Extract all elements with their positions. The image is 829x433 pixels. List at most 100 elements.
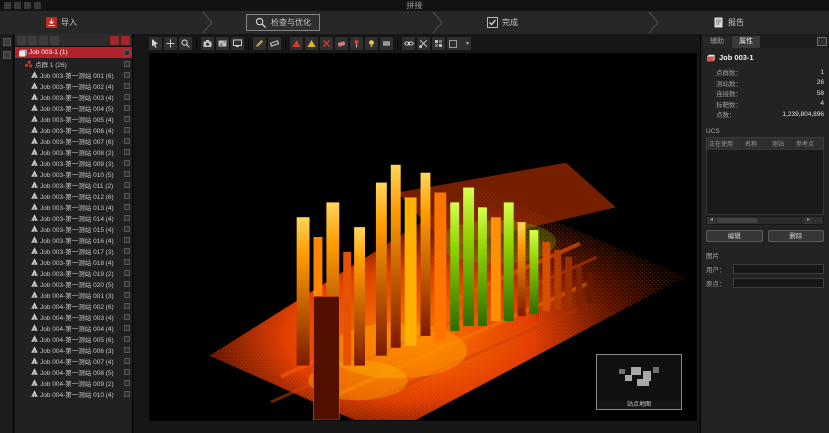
right-panel-tabs: 辅助 属性 xyxy=(701,34,829,48)
app-logo-icon[interactable] xyxy=(4,2,11,9)
link-setups-icon[interactable] xyxy=(402,37,415,50)
pan-tool-icon[interactable] xyxy=(164,37,177,50)
tree-station-row[interactable]: Job 003-第一测站 001 (6) xyxy=(15,69,132,80)
scroll-right-icon[interactable]: ▸ xyxy=(804,217,813,224)
station-icon xyxy=(31,225,38,232)
station-icon xyxy=(31,236,38,243)
workflow-step-finalize[interactable]: 完成 xyxy=(487,14,518,31)
tree-station-row[interactable]: Job 003-第一测站 014 (4) xyxy=(15,212,132,223)
display-settings-icon[interactable] xyxy=(231,37,244,50)
station-label: Job 004-第一测站 005 (6) xyxy=(40,334,114,344)
tree-station-row[interactable]: Job 004-第一测站 006 (3) xyxy=(15,344,132,355)
edit-button[interactable]: 编辑 xyxy=(706,230,763,242)
pin-icon[interactable] xyxy=(350,37,363,50)
user-field-input[interactable] xyxy=(733,264,824,274)
station-status-icon xyxy=(124,248,130,254)
tree-station-row[interactable]: Job 003-第一测站 017 (3) xyxy=(15,245,132,256)
eraser-icon[interactable] xyxy=(335,37,348,50)
zoom-window-icon[interactable] xyxy=(179,37,192,50)
tree-search-icon[interactable] xyxy=(50,36,59,45)
workflow-step-import[interactable]: 导入 xyxy=(46,14,77,31)
tree-station-row[interactable]: Job 003-第一测站 012 (6) xyxy=(15,190,132,201)
view-mode-dropdown[interactable]: ▾ xyxy=(447,37,471,50)
bookmarks-panel-icon[interactable] xyxy=(3,51,11,59)
tree-station-row[interactable]: Job 003-第一测站 015 (4) xyxy=(15,223,132,234)
tree-station-row[interactable]: Job 004-第一测站 008 (5) xyxy=(15,366,132,377)
workflow-step-report[interactable]: 报告 xyxy=(713,14,744,31)
clear-all-toggle-icon[interactable] xyxy=(121,36,130,45)
delete-button[interactable]: 删除 xyxy=(768,230,825,242)
tree-station-row[interactable]: Job 004-第一测站 001 (3) xyxy=(15,289,132,300)
tree-station-row[interactable]: Job 003-第一测站 009 (3) xyxy=(15,157,132,168)
user-field-label: 用户： xyxy=(706,264,730,274)
station-icon xyxy=(31,148,38,155)
station-status-icon xyxy=(124,303,130,309)
tree-station-row[interactable]: Job 003-第一测站 003 (4) xyxy=(15,91,132,102)
delete-target-icon[interactable] xyxy=(320,37,333,50)
project-panel-icon[interactable] xyxy=(3,38,11,46)
tree-station-row[interactable]: Job 003-第一测站 006 (4) xyxy=(15,124,132,135)
camera-icon[interactable] xyxy=(201,37,214,50)
root-status-icon xyxy=(124,50,130,56)
scroll-track[interactable] xyxy=(716,217,804,224)
undo-icon[interactable] xyxy=(24,2,31,9)
tree-station-row[interactable]: Job 003-第一测站 018 (4) xyxy=(15,256,132,267)
origin-field-input[interactable] xyxy=(733,278,824,288)
tree-station-row[interactable]: Job 003-第一测站 016 (4) xyxy=(15,234,132,245)
tab-assist[interactable]: 辅助 xyxy=(703,36,731,48)
pencil-annotate-icon[interactable] xyxy=(253,37,266,50)
select-tool-icon[interactable] xyxy=(149,37,162,50)
point-cloud-viewport[interactable]: 站点地图 xyxy=(149,53,697,421)
tree-station-row[interactable]: Job 003-第一测站 008 (2) xyxy=(15,146,132,157)
tree-station-row[interactable]: Job 003-第一测站 005 (4) xyxy=(15,113,132,124)
tree-list-icon[interactable] xyxy=(17,36,26,45)
chevron-down-icon: ▾ xyxy=(466,40,469,47)
toolbar-separator xyxy=(397,38,398,49)
seed-grid-icon[interactable] xyxy=(432,37,445,50)
tree-station-row[interactable]: Job 003-第一测站 013 (4) xyxy=(15,201,132,212)
tree-bundle-label: 点群 1 (26) xyxy=(35,59,67,69)
measure-ruler-icon[interactable] xyxy=(268,37,281,50)
tree-station-row[interactable]: Job 003-第一测站 007 (6) xyxy=(15,135,132,146)
tree-bundle-row[interactable]: 点群 1 (26) xyxy=(15,58,132,69)
tree-station-row[interactable]: Job 003-第一测站 020 (5) xyxy=(15,278,132,289)
tree-station-row[interactable]: Job 003-第一测站 019 (2) xyxy=(15,267,132,278)
bulb-icon[interactable] xyxy=(365,37,378,50)
tree-targets-icon[interactable] xyxy=(39,36,48,45)
scroll-thumb[interactable] xyxy=(717,218,757,223)
tree-station-row[interactable]: Job 003-第一测站 011 (2) xyxy=(15,179,132,190)
tree-station-row[interactable]: Job 003-第一测站 010 (5) xyxy=(15,168,132,179)
select-all-toggle-icon[interactable] xyxy=(110,36,119,45)
redo-icon[interactable] xyxy=(34,2,41,9)
tree-station-row[interactable]: Job 004-第一测站 003 (4) xyxy=(15,311,132,322)
site-map-minimap[interactable]: 站点地图 xyxy=(596,354,682,410)
tree-station-row[interactable]: Job 004-第一测站 007 (4) xyxy=(15,355,132,366)
tree-station-row[interactable]: Job 003-第一测站 004 (5) xyxy=(15,102,132,113)
tree-station-row[interactable]: Job 004-第一测站 009 (2) xyxy=(15,377,132,388)
tab-properties[interactable]: 属性 xyxy=(732,36,760,48)
ucs-horizontal-scrollbar[interactable]: ◂ ▸ xyxy=(706,216,824,225)
dock-layout-icon[interactable] xyxy=(817,37,827,46)
add-target-red-icon[interactable] xyxy=(290,37,303,50)
tree-station-row[interactable]: Job 004-第一测站 004 (4) xyxy=(15,322,132,333)
station-label: Job 004-第一测站 001 (3) xyxy=(40,290,114,300)
tree-station-row[interactable]: Job 004-第一测站 002 (6) xyxy=(15,300,132,311)
snapshot-image-icon[interactable] xyxy=(216,37,229,50)
tree-station-row[interactable]: Job 004-第一测站 010 (4) xyxy=(15,388,132,399)
toolbar-separator xyxy=(196,38,197,49)
window-title: 拼接 xyxy=(0,0,829,11)
workflow-step-review-optimize[interactable]: 检查与优化 xyxy=(246,14,320,31)
tree-station-row[interactable]: Job 004-第一测站 005 (6) xyxy=(15,333,132,344)
scroll-left-icon[interactable]: ◂ xyxy=(707,217,716,224)
tree-links-icon[interactable] xyxy=(28,36,37,45)
label-tag-icon[interactable] xyxy=(380,37,393,50)
ucs-table-body[interactable] xyxy=(706,149,824,215)
save-icon[interactable] xyxy=(14,2,21,9)
station-label: Job 004-第一测站 006 (3) xyxy=(40,345,114,355)
tree-station-row[interactable]: Job 003-第一测站 002 (4) xyxy=(15,80,132,91)
workflow-chevrons xyxy=(0,11,829,34)
tree-root-row[interactable]: Job 003-1 (1) xyxy=(15,47,132,58)
add-target-yellow-icon[interactable] xyxy=(305,37,318,50)
split-cut-icon[interactable] xyxy=(417,37,430,50)
job-title: Job 003-1 xyxy=(719,53,754,62)
